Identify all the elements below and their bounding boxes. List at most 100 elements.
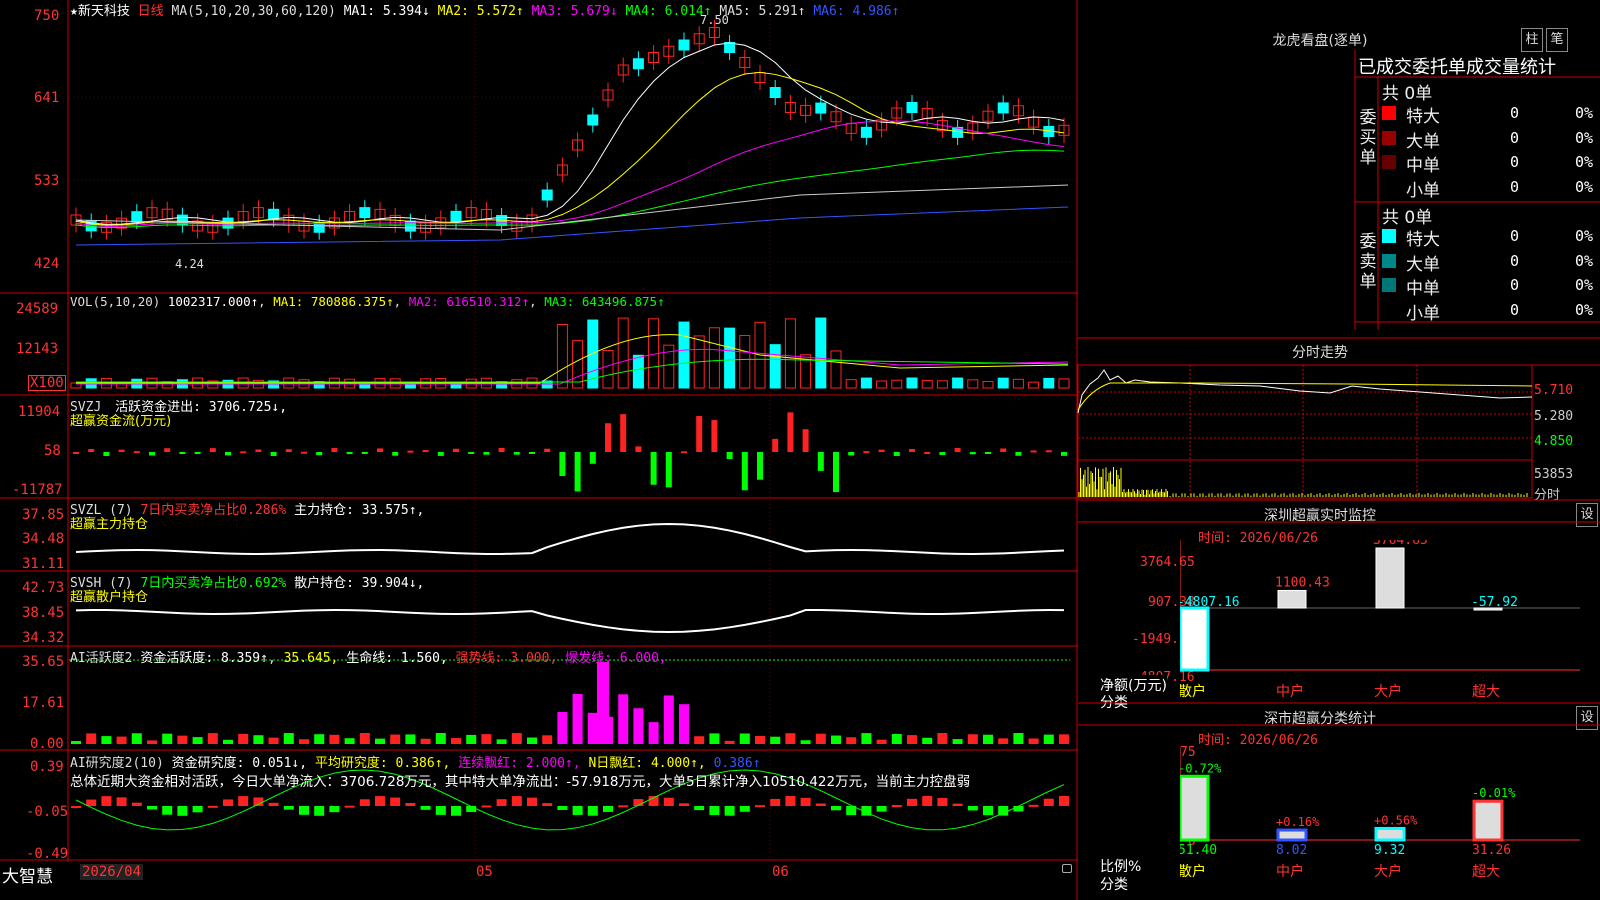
active-bar [527,737,537,744]
candle-body [815,102,827,114]
active-bar [314,734,325,744]
ma6-value: MA6: 4.986↑ [813,4,900,19]
candle-body [359,207,371,219]
flow-bar [88,449,95,452]
bar-view-button[interactable]: 柱 [1521,28,1543,52]
order-color-swatch [1382,302,1396,317]
research-bar [435,806,446,815]
sz-class-xlabel: 分类 [1100,877,1128,893]
volume-bar [602,349,614,389]
monitor-value-label: 3764.65 [1373,540,1428,548]
flow-bar [893,452,900,456]
candle-body [268,208,280,220]
flow-bar [544,448,551,452]
active-bar [922,737,933,744]
period-label[interactable]: 日线 [138,4,164,19]
active-bar [131,733,142,744]
candle-body [541,189,553,201]
ai-research-last: 0.386↑ [713,756,761,771]
active-bar [420,738,431,744]
intraday-axis-1: 5.710 [1534,383,1574,398]
active-bar [466,734,477,744]
flow-bar [924,451,931,454]
svzl-ratio: 7日内买卖净占比0.286% [140,503,287,518]
order-count: 0 [1510,227,1520,245]
flow-bar [620,414,627,452]
dragon-tiger-subtitle: 已成交委托单成交量统计 [1358,57,1556,78]
ai-research-summary: 总体近期大资金相对活跃，今日大单净流入：3706.728万元，其中特大单净流出：… [70,774,971,790]
svsh-axis-mid: 38.45 [22,605,65,621]
month-06-label: 06 [772,864,789,880]
order-pct: 0% [1575,300,1594,319]
svzj-axis-top: 11904 [18,404,61,420]
flow-bar [878,449,885,452]
research-bar [268,802,279,806]
svzl-value: 主力持仓: 33.575↑, [294,503,425,518]
flow-bar [635,446,642,452]
tick-view-button[interactable]: 笔 [1546,28,1568,52]
flow-bar [437,452,444,456]
research-bar [420,806,431,810]
research-bar [451,806,461,816]
candle-body [769,87,781,98]
svzj-axis-mid: 58 [44,443,61,459]
volume-bar [997,377,1009,389]
svsh-axis-top: 42.73 [22,580,65,596]
vol-axis-top: 24589 [16,301,59,317]
active-bar [679,704,689,744]
research-bar [967,806,978,811]
class-value-label: 31.26 [1472,843,1511,858]
active-bar [633,708,644,744]
order-count: 0 [1510,276,1520,294]
order-color-swatch [1382,106,1396,120]
flow-bar [1015,452,1022,456]
intraday-axis-3: 4.850 [1534,434,1574,449]
ai-research-axis-bot: -0.49 [26,846,69,862]
active-bar [907,735,917,744]
flow-bar [954,448,961,452]
flow-bar [209,448,216,452]
intraday-axis-2: 5.280 [1534,409,1574,424]
order-pct: 0% [1575,177,1594,196]
research-bar [679,803,689,806]
candle-body [860,126,872,138]
research-bar [162,806,173,815]
intraday-title[interactable]: 分时走势 [1260,342,1380,362]
flow-bar [1000,448,1007,452]
active-peak-bar [597,662,609,744]
main-holding-line [75,522,1065,555]
order-pct: 0% [1575,128,1594,147]
star-icon: ★ [70,4,78,19]
class-category-label: 大户 [1374,863,1402,880]
order-count: 0 [1510,153,1520,171]
brand-label[interactable]: 大智慧 [2,862,53,887]
flow-bar [453,448,459,452]
research-bar [770,798,781,806]
order-pct: 0% [1575,104,1594,122]
flow-bar [1045,450,1052,453]
research-bar [405,802,416,806]
sz-monitor-settings-button[interactable]: 设 [1576,503,1598,527]
sz-monitor-chart: -4807.16 1100.43 3764.65 -57.92 散户 中户 大户 超大 [1180,540,1580,700]
active-bar [998,738,1009,744]
flow-bar [483,452,490,455]
order-size-label: 特大 [1406,107,1440,127]
research-bar [557,806,568,810]
order-color-swatch [1382,253,1396,268]
research-bar [71,806,81,808]
class-bar [1472,799,1504,842]
active-bar [177,735,188,744]
price-axis-533: 533 [34,173,60,189]
order-size-label: 小单 [1406,180,1440,201]
candle-body [131,211,143,223]
research-bar [603,806,613,812]
active-bar [876,739,887,744]
candle-body [906,102,918,114]
research-bar [527,797,537,806]
order-count: 0 [1510,104,1520,122]
flow-bar [316,452,323,456]
research-bar [709,806,720,816]
sz-class-settings-button[interactable]: 设 [1576,706,1598,730]
stock-name[interactable]: 新天科技 [78,4,130,19]
monitor-value-label: -57.92 [1471,595,1518,610]
